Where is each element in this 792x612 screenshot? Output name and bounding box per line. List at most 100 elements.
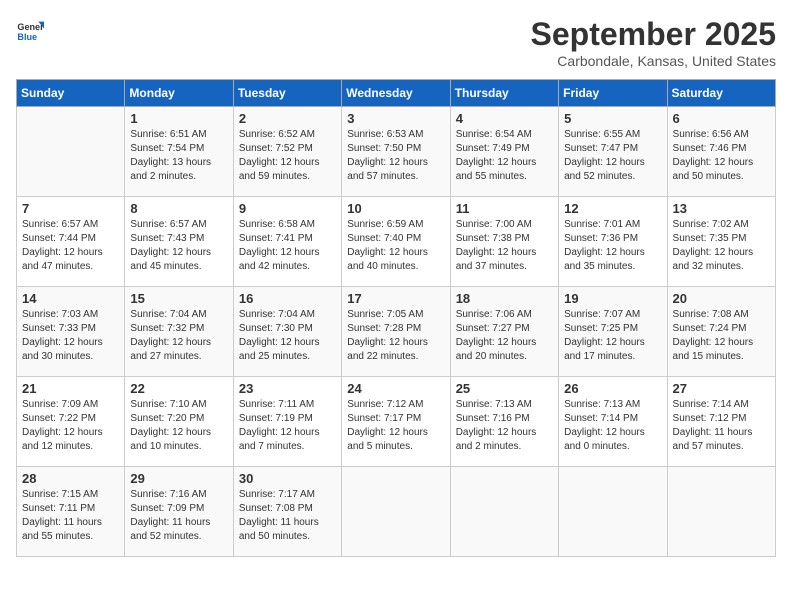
calendar-cell: 30 Sunrise: 7:17 AM Sunset: 7:08 PM Dayli… bbox=[233, 467, 341, 557]
sun-info: Sunrise: 7:03 AM Sunset: 7:33 PM Dayligh… bbox=[22, 308, 119, 364]
calendar-cell: 3 Sunrise: 6:53 AM Sunset: 7:50 PM Daylig… bbox=[342, 107, 450, 197]
calendar-cell: 25 Sunrise: 7:13 AM Sunset: 7:16 PM Dayli… bbox=[450, 377, 558, 467]
day-number: 10 bbox=[347, 201, 444, 216]
day-number: 7 bbox=[22, 201, 119, 216]
sun-info: Sunrise: 7:06 AM Sunset: 7:27 PM Dayligh… bbox=[456, 308, 553, 364]
sun-info: Sunrise: 7:17 AM Sunset: 7:08 PM Dayligh… bbox=[239, 488, 336, 544]
svg-text:Blue: Blue bbox=[17, 32, 37, 42]
weekday-header-row: SundayMondayTuesdayWednesdayThursdayFrid… bbox=[17, 80, 776, 107]
logo: General Blue bbox=[16, 16, 44, 44]
day-number: 5 bbox=[564, 111, 661, 126]
sun-info: Sunrise: 7:07 AM Sunset: 7:25 PM Dayligh… bbox=[564, 308, 661, 364]
calendar-cell: 13 Sunrise: 7:02 AM Sunset: 7:35 PM Dayli… bbox=[667, 197, 775, 287]
calendar-cell: 17 Sunrise: 7:05 AM Sunset: 7:28 PM Dayli… bbox=[342, 287, 450, 377]
day-number: 23 bbox=[239, 381, 336, 396]
day-number: 22 bbox=[130, 381, 227, 396]
week-row-1: 1 Sunrise: 6:51 AM Sunset: 7:54 PM Daylig… bbox=[17, 107, 776, 197]
calendar-cell: 5Sunrise: 6:55 AM Sunset: 7:47 PM Daylig… bbox=[559, 107, 667, 197]
day-number: 26 bbox=[564, 381, 661, 396]
day-number: 17 bbox=[347, 291, 444, 306]
calendar-cell: 6 Sunrise: 6:56 AM Sunset: 7:46 PM Daylig… bbox=[667, 107, 775, 197]
day-number: 6 bbox=[673, 111, 770, 126]
weekday-header-sunday: Sunday bbox=[17, 80, 125, 107]
sun-info: Sunrise: 6:54 AM Sunset: 7:49 PM Dayligh… bbox=[456, 128, 553, 184]
day-number: 4 bbox=[456, 111, 553, 126]
calendar-cell: 22 Sunrise: 7:10 AM Sunset: 7:20 PM Dayli… bbox=[125, 377, 233, 467]
title-block: September 2025 Carbondale, Kansas, Unite… bbox=[531, 16, 776, 69]
sun-info: Sunrise: 7:09 AM Sunset: 7:22 PM Dayligh… bbox=[22, 398, 119, 454]
day-number: 21 bbox=[22, 381, 119, 396]
weekday-header-wednesday: Wednesday bbox=[342, 80, 450, 107]
calendar-cell: 28 Sunrise: 7:15 AM Sunset: 7:11 PM Dayli… bbox=[17, 467, 125, 557]
sun-info: Sunrise: 7:04 AM Sunset: 7:32 PM Dayligh… bbox=[130, 308, 227, 364]
sun-info: Sunrise: 7:13 AM Sunset: 7:16 PM Dayligh… bbox=[456, 398, 553, 454]
sun-info: Sunrise: 6:57 AM Sunset: 7:44 PM Dayligh… bbox=[22, 218, 119, 274]
calendar-cell bbox=[17, 107, 125, 197]
calendar-cell bbox=[667, 467, 775, 557]
sun-info: Sunrise: 6:56 AM Sunset: 7:46 PM Dayligh… bbox=[673, 128, 770, 184]
weekday-header-friday: Friday bbox=[559, 80, 667, 107]
sun-info: Sunrise: 6:52 AM Sunset: 7:52 PM Dayligh… bbox=[239, 128, 336, 184]
calendar-cell: 2Sunrise: 6:52 AM Sunset: 7:52 PM Daylig… bbox=[233, 107, 341, 197]
sun-info: Sunrise: 6:51 AM Sunset: 7:54 PM Dayligh… bbox=[130, 128, 227, 184]
calendar-cell: 8 Sunrise: 6:57 AM Sunset: 7:43 PM Daylig… bbox=[125, 197, 233, 287]
week-row-4: 21 Sunrise: 7:09 AM Sunset: 7:22 PM Dayli… bbox=[17, 377, 776, 467]
sun-info: Sunrise: 7:14 AM Sunset: 7:12 PM Dayligh… bbox=[673, 398, 770, 454]
sun-info: Sunrise: 7:00 AM Sunset: 7:38 PM Dayligh… bbox=[456, 218, 553, 274]
weekday-header-tuesday: Tuesday bbox=[233, 80, 341, 107]
day-number: 25 bbox=[456, 381, 553, 396]
sun-info: Sunrise: 7:08 AM Sunset: 7:24 PM Dayligh… bbox=[673, 308, 770, 364]
calendar-cell: 15Sunrise: 7:04 AM Sunset: 7:32 PM Dayli… bbox=[125, 287, 233, 377]
calendar-cell: 7 Sunrise: 6:57 AM Sunset: 7:44 PM Daylig… bbox=[17, 197, 125, 287]
month-title: September 2025 bbox=[531, 16, 776, 53]
calendar-cell bbox=[559, 467, 667, 557]
weekday-header-saturday: Saturday bbox=[667, 80, 775, 107]
sun-info: Sunrise: 7:10 AM Sunset: 7:20 PM Dayligh… bbox=[130, 398, 227, 454]
calendar-cell: 27 Sunrise: 7:14 AM Sunset: 7:12 PM Dayli… bbox=[667, 377, 775, 467]
calendar-cell: 9Sunrise: 6:58 AM Sunset: 7:41 PM Daylig… bbox=[233, 197, 341, 287]
day-number: 3 bbox=[347, 111, 444, 126]
day-number: 19 bbox=[564, 291, 661, 306]
calendar-table: SundayMondayTuesdayWednesdayThursdayFrid… bbox=[16, 79, 776, 557]
calendar-cell: 18 Sunrise: 7:06 AM Sunset: 7:27 PM Dayli… bbox=[450, 287, 558, 377]
sun-info: Sunrise: 7:13 AM Sunset: 7:14 PM Dayligh… bbox=[564, 398, 661, 454]
sun-info: Sunrise: 7:04 AM Sunset: 7:30 PM Dayligh… bbox=[239, 308, 336, 364]
calendar-cell: 19 Sunrise: 7:07 AM Sunset: 7:25 PM Dayli… bbox=[559, 287, 667, 377]
calendar-cell: 11Sunrise: 7:00 AM Sunset: 7:38 PM Dayli… bbox=[450, 197, 558, 287]
week-row-3: 14 Sunrise: 7:03 AM Sunset: 7:33 PM Dayli… bbox=[17, 287, 776, 377]
calendar-cell bbox=[450, 467, 558, 557]
week-row-2: 7 Sunrise: 6:57 AM Sunset: 7:44 PM Daylig… bbox=[17, 197, 776, 287]
sun-info: Sunrise: 7:15 AM Sunset: 7:11 PM Dayligh… bbox=[22, 488, 119, 544]
day-number: 28 bbox=[22, 471, 119, 486]
location: Carbondale, Kansas, United States bbox=[531, 53, 776, 69]
sun-info: Sunrise: 7:05 AM Sunset: 7:28 PM Dayligh… bbox=[347, 308, 444, 364]
calendar-cell bbox=[342, 467, 450, 557]
day-number: 8 bbox=[130, 201, 227, 216]
day-number: 30 bbox=[239, 471, 336, 486]
sun-info: Sunrise: 7:16 AM Sunset: 7:09 PM Dayligh… bbox=[130, 488, 227, 544]
day-number: 14 bbox=[22, 291, 119, 306]
calendar-cell: 14 Sunrise: 7:03 AM Sunset: 7:33 PM Dayli… bbox=[17, 287, 125, 377]
calendar-cell: 26 Sunrise: 7:13 AM Sunset: 7:14 PM Dayli… bbox=[559, 377, 667, 467]
day-number: 20 bbox=[673, 291, 770, 306]
sun-info: Sunrise: 6:59 AM Sunset: 7:40 PM Dayligh… bbox=[347, 218, 444, 274]
sun-info: Sunrise: 6:57 AM Sunset: 7:43 PM Dayligh… bbox=[130, 218, 227, 274]
sun-info: Sunrise: 7:02 AM Sunset: 7:35 PM Dayligh… bbox=[673, 218, 770, 274]
sun-info: Sunrise: 7:11 AM Sunset: 7:19 PM Dayligh… bbox=[239, 398, 336, 454]
day-number: 27 bbox=[673, 381, 770, 396]
day-number: 16 bbox=[239, 291, 336, 306]
day-number: 13 bbox=[673, 201, 770, 216]
calendar-cell: 24Sunrise: 7:12 AM Sunset: 7:17 PM Dayli… bbox=[342, 377, 450, 467]
weekday-header-monday: Monday bbox=[125, 80, 233, 107]
day-number: 9 bbox=[239, 201, 336, 216]
page-header: General Blue September 2025 Carbondale, … bbox=[16, 16, 776, 69]
day-number: 18 bbox=[456, 291, 553, 306]
day-number: 24 bbox=[347, 381, 444, 396]
weekday-header-thursday: Thursday bbox=[450, 80, 558, 107]
sun-info: Sunrise: 6:53 AM Sunset: 7:50 PM Dayligh… bbox=[347, 128, 444, 184]
week-row-5: 28 Sunrise: 7:15 AM Sunset: 7:11 PM Dayli… bbox=[17, 467, 776, 557]
calendar-cell: 29Sunrise: 7:16 AM Sunset: 7:09 PM Dayli… bbox=[125, 467, 233, 557]
calendar-cell: 23 Sunrise: 7:11 AM Sunset: 7:19 PM Dayli… bbox=[233, 377, 341, 467]
day-number: 1 bbox=[130, 111, 227, 126]
sun-info: Sunrise: 7:01 AM Sunset: 7:36 PM Dayligh… bbox=[564, 218, 661, 274]
